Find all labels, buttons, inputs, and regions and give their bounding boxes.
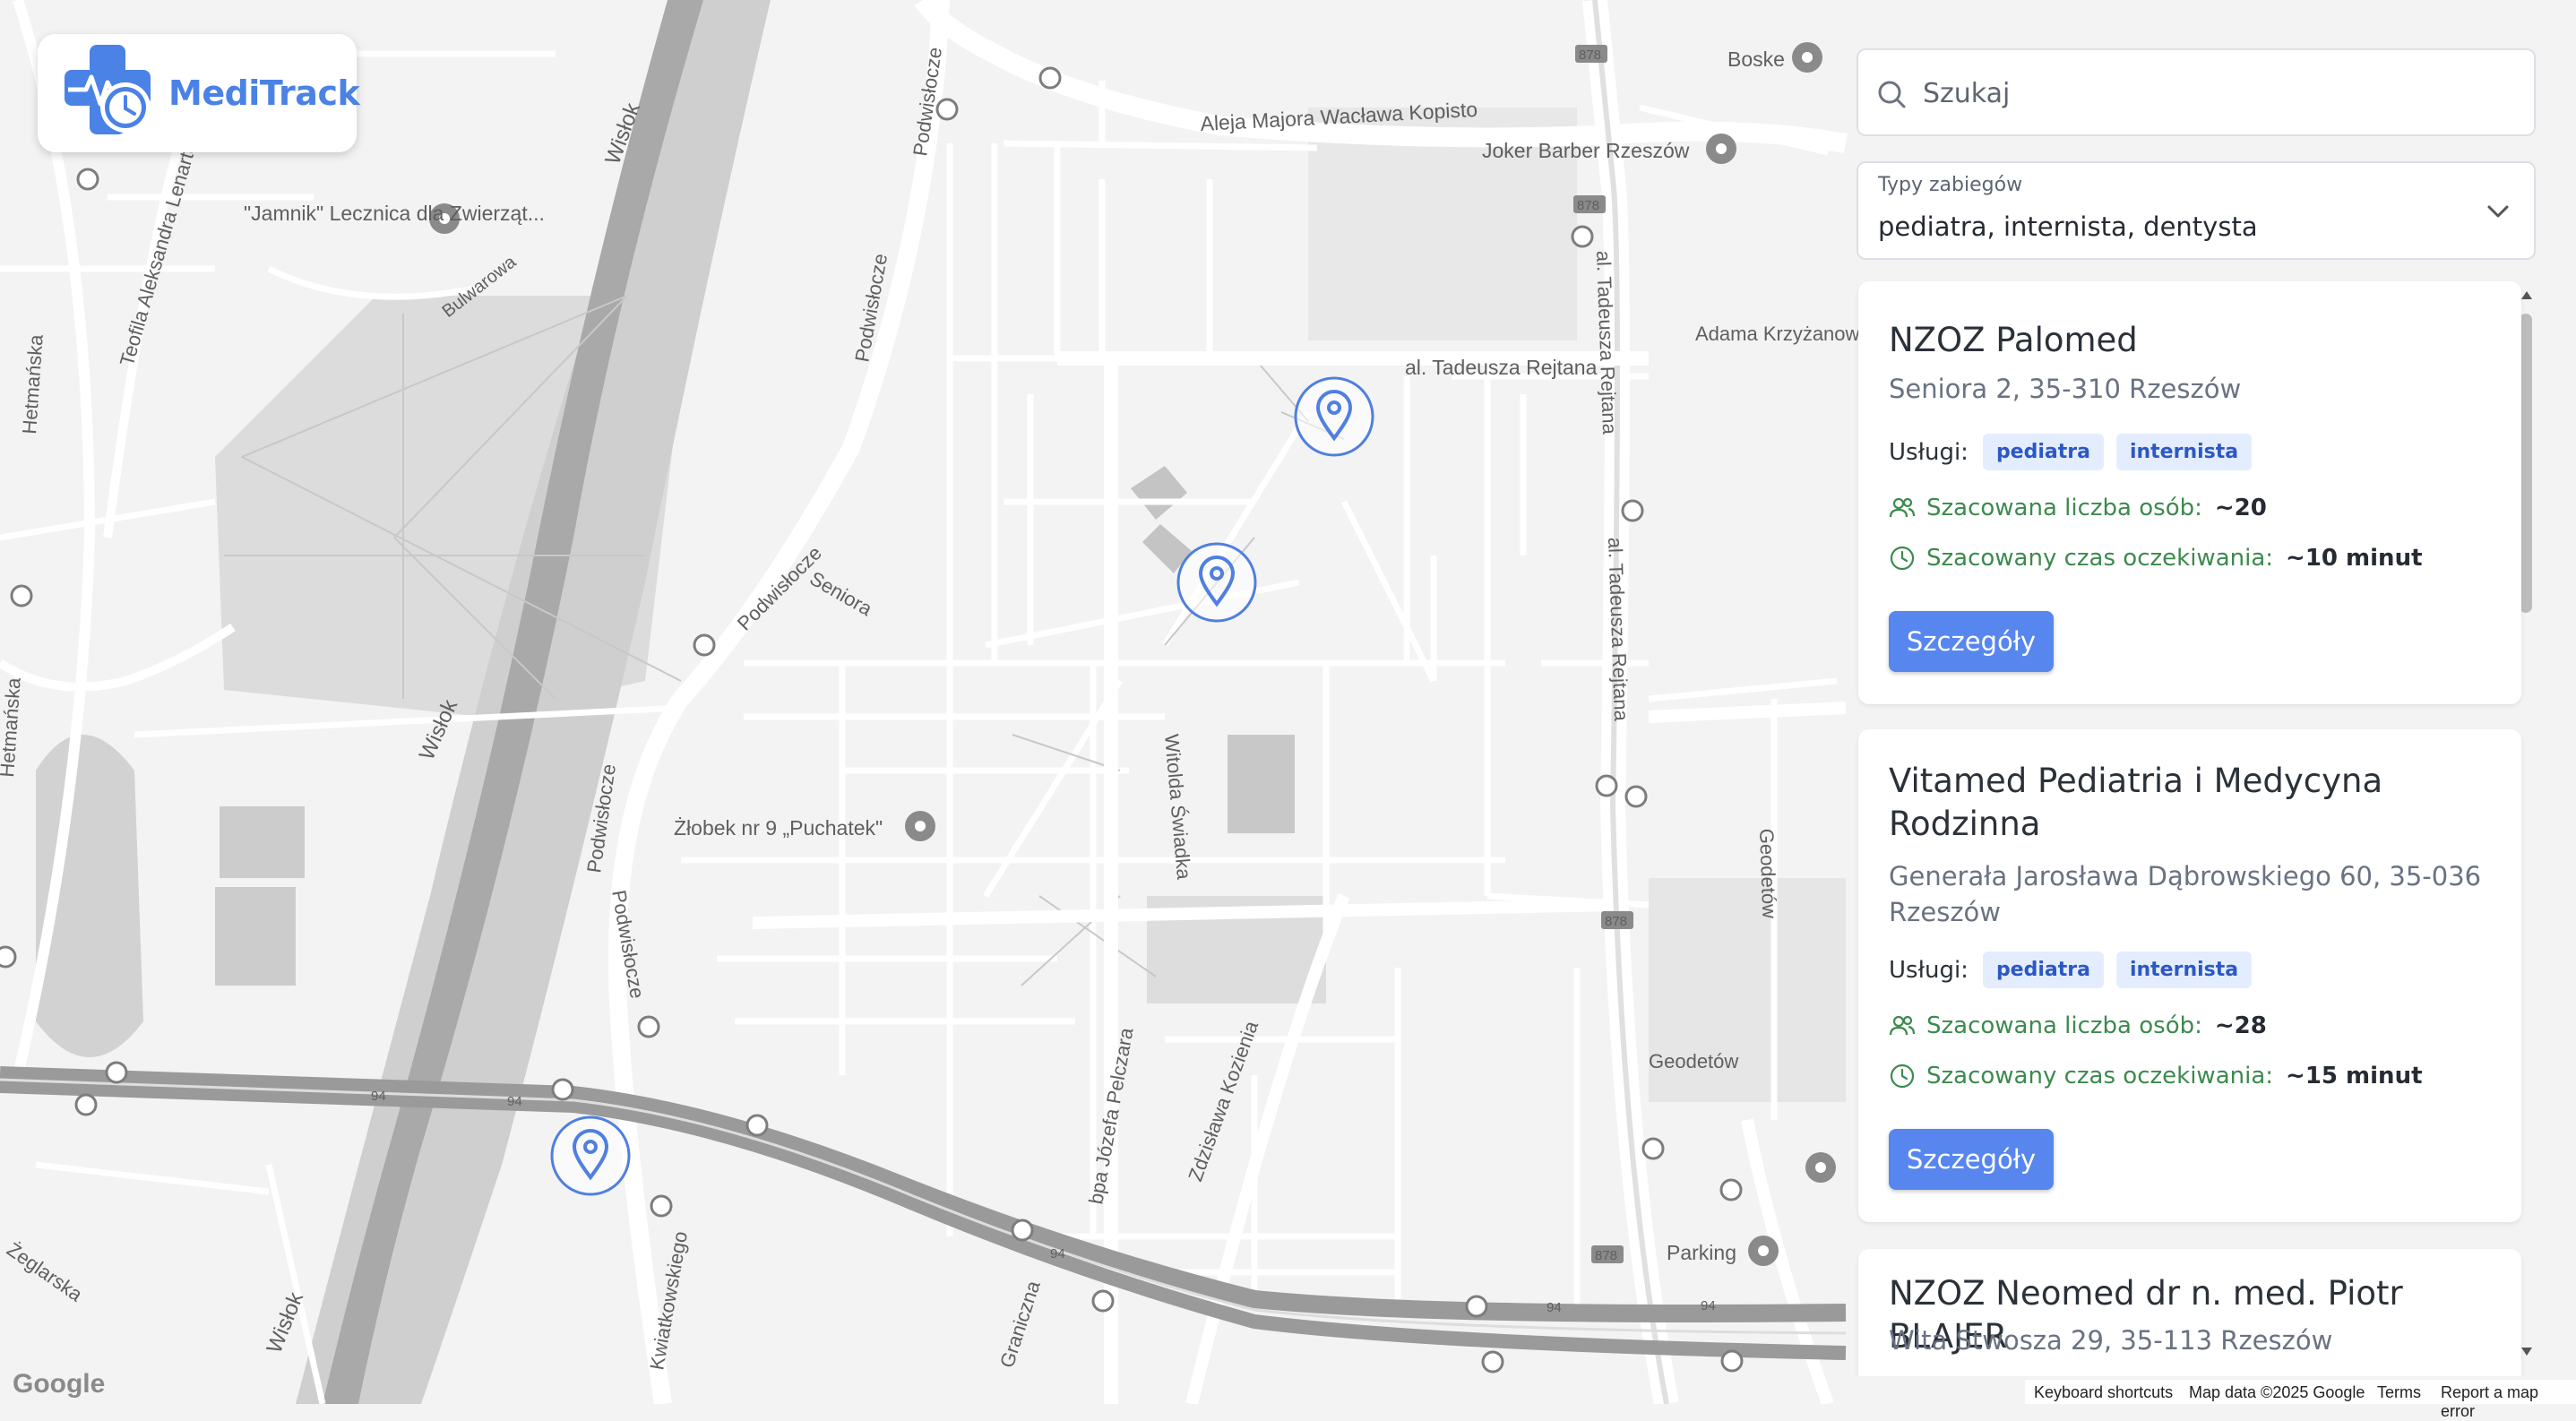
google-logo: Google [13,1369,106,1399]
people-count-row: Szacowana liczba osób: ~20 [1889,495,2267,521]
app-logo[interactable]: MediTrack [38,34,360,152]
map-footer: Keyboard shortcuts Map data ©2025 Google… [2025,1380,2576,1420]
wait-label: Szacowany czas oczekiwania: [1926,1063,2274,1089]
road-shield-label: 878 [1577,198,1599,213]
search-icon [1878,81,1906,108]
services-label: Usługi: [1889,438,1969,466]
poi-label: Żłobek nr 9 „Puchatek" [674,816,883,840]
road-number-label: 94 [507,1094,522,1109]
road-shield-label: 878 [1579,47,1601,63]
treatment-type-value: pediatra, internista, dentysta [1878,211,2258,242]
chevron-down-icon [2487,205,2509,218]
people-label: Szacowana liczba osób: [1926,495,2202,521]
clinic-name: NZOZ Palomed [1889,321,2138,359]
service-badge: pediatra [1982,952,2104,988]
details-button[interactable]: Szczegóły [1889,611,2054,672]
clock-icon [1890,546,1915,571]
road-number-label: 94 [1050,1246,1065,1262]
clinic-marker[interactable] [550,1115,631,1196]
services-row: Usługi: pediatra internista [1889,952,2264,988]
street-label: Geodetów [1649,1050,1738,1072]
poi-label: "Jamnik" Lecznica dla Zwierząt... [244,202,545,225]
people-count-row: Szacowana liczba osób: ~28 [1889,1012,2267,1039]
clinic-name: Vitamed Pediatria i Medycyna Rodzinna [1889,762,2383,843]
clinic-list[interactable]: NZOZ Palomed Seniora 2, 35-310 Rzeszów U… [1846,280,2554,1376]
users-icon [1889,497,1916,518]
search-input[interactable] [1921,65,2516,122]
services-label: Usługi: [1889,956,1969,984]
treatment-type-label: Typy zabiegów [1878,174,2023,196]
service-badge: internista [2115,952,2253,988]
app-name: MediTrack [168,73,360,113]
wait-label: Szacowany czas oczekiwania: [1926,545,2274,572]
medical-clock-icon [65,45,151,134]
road-number-label: 94 [1546,1300,1562,1315]
wait-value: ~15 minut [2286,1063,2423,1089]
clinic-marker[interactable] [1294,376,1374,457]
road-shield-label: 878 [1605,914,1627,929]
wait-value: ~10 minut [2286,545,2423,572]
service-badge: pediatra [1982,434,2104,470]
people-value: ~28 [2214,1012,2267,1039]
clinic-card[interactable]: Vitamed Pediatria i Medycyna Rodzinna Ge… [1858,729,2521,1222]
search-box[interactable] [1857,48,2536,136]
clinic-card[interactable]: NZOZ Palomed Seniora 2, 35-310 Rzeszów U… [1858,281,2521,704]
wait-time-row: Szacowany czas oczekiwania: ~10 minut [1889,545,2423,572]
road-shield-label: 878 [1595,1248,1617,1263]
poi-label: Joker Barber Rzeszów [1482,139,1690,162]
clinic-marker[interactable] [1176,542,1257,623]
map-data-text: Map data ©2025 Google [2189,1383,2365,1401]
service-badge: internista [2115,434,2253,470]
clinic-card[interactable]: NZOZ Neomed dr n. med. Piotr BLAJER Wita… [1858,1249,2521,1376]
clinic-address: Seniora 2, 35-310 Rzeszów [1889,374,2242,404]
clinic-address: Generała Jarosława Dąbrowskiego 60, 35-0… [1889,861,2482,927]
keyboard-shortcuts-link[interactable]: Keyboard shortcuts [2034,1383,2173,1402]
wait-time-row: Szacowany czas oczekiwania: ~15 minut [1889,1063,2423,1089]
services-row: Usługi: pediatra internista [1889,434,2264,470]
details-button[interactable]: Szczegóły [1889,1129,2054,1190]
terms-link[interactable]: Terms [2377,1383,2421,1402]
clinic-address: Wita Stwosza 29, 35-113 Rzeszów [1889,1325,2333,1356]
treatment-type-select[interactable]: Typy zabiegów pediatra, internista, dent… [1857,161,2536,260]
road-number-label: 94 [1701,1298,1716,1313]
people-value: ~20 [2214,495,2267,521]
clock-icon [1890,1064,1915,1089]
road-number-label: 94 [371,1089,386,1104]
people-label: Szacowana liczba osób: [1926,1012,2202,1039]
street-label: Geodetów [1755,828,1780,918]
report-error-link[interactable]: Report a map error [2441,1383,2576,1421]
street-label: al. Tadeusza Rejtana [1405,356,1598,379]
poi-label: Parking [1667,1241,1736,1264]
poi-label: Boske [1727,47,1785,71]
users-icon [1889,1015,1916,1036]
